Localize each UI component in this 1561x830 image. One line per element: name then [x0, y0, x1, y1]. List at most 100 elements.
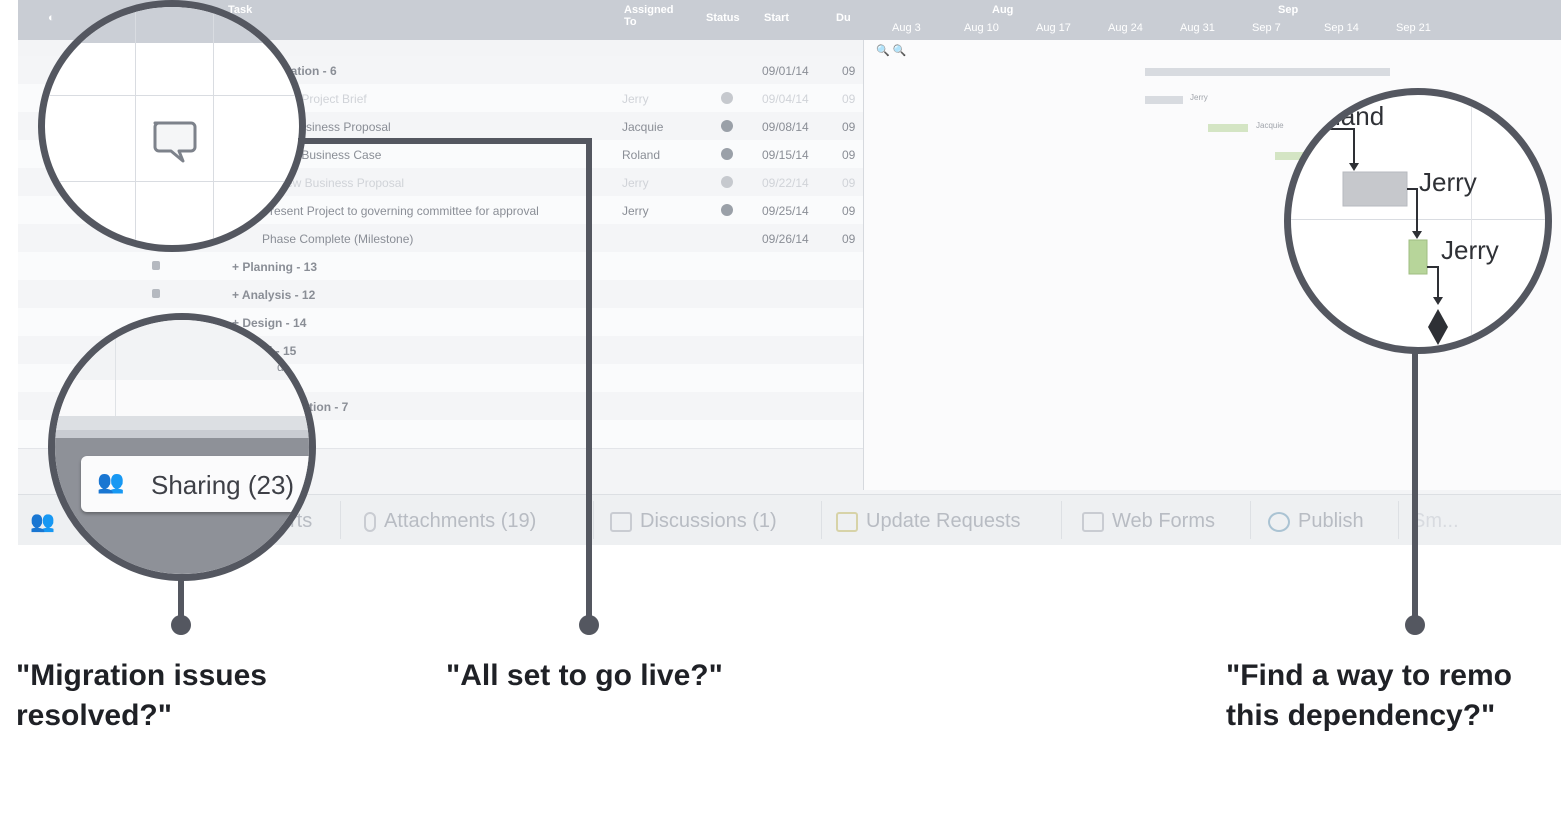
- week-label: Sep 21: [1396, 22, 1431, 34]
- gantt-summary-bar[interactable]: [1145, 68, 1390, 76]
- lens-row: [55, 380, 309, 416]
- gantt-bar-proposal[interactable]: [1208, 124, 1248, 132]
- week-label: Aug 31: [1180, 22, 1215, 34]
- tab-label: Discussions (1): [640, 510, 777, 532]
- assigned-to: Jerry: [622, 176, 649, 190]
- tab-divider: [1398, 501, 1399, 539]
- caption-migration: "Migration issues resolved?": [16, 656, 267, 736]
- lens-row-text: d - 15: [277, 360, 308, 374]
- tab-divider: [340, 501, 341, 539]
- update-request-icon: [836, 511, 858, 532]
- table-row[interactable]: + Analysis - 12: [18, 280, 863, 309]
- sharing-icon[interactable]: 👥: [30, 509, 55, 534]
- start-date: 09/01/14: [762, 64, 809, 78]
- magnifier-comment: [38, 0, 306, 252]
- duration: 09: [842, 148, 856, 162]
- week-label: Sep 14: [1324, 22, 1359, 34]
- tab-attachments[interactable]: Attachments (19): [364, 510, 536, 533]
- tab-discussions[interactable]: Discussions (1): [610, 510, 777, 533]
- table-row[interactable]: + Planning - 13: [18, 252, 863, 281]
- tab-label: Update Requests: [866, 510, 1021, 532]
- tab-web-forms[interactable]: Web Forms: [1082, 510, 1215, 533]
- sharing-icon: 👥: [97, 469, 125, 494]
- callout-line: [586, 138, 592, 624]
- zoom-icons[interactable]: 🔍 🔍: [876, 44, 906, 57]
- tab-divider: [593, 501, 594, 539]
- week-label: Aug 24: [1108, 22, 1143, 34]
- caption-go-live: "All set to go live?": [446, 656, 723, 696]
- duration: 09: [842, 120, 856, 134]
- week-label: Aug 10: [964, 22, 999, 34]
- gantt-bar-label: Jerry: [1190, 93, 1208, 102]
- dependency-arrows: [1317, 128, 1448, 345]
- start-date: 09/08/14: [762, 120, 809, 134]
- gantt-bar-brief[interactable]: [1145, 96, 1183, 104]
- tab-update-requests[interactable]: Update Requests: [836, 510, 1021, 533]
- task-name: + Planning - 13: [232, 260, 318, 274]
- status-icon[interactable]: [721, 176, 733, 188]
- caption-line: "Find a way to remo: [1226, 659, 1512, 692]
- column-header-duration[interactable]: Du: [836, 12, 851, 24]
- tab-label: Web Forms: [1112, 510, 1215, 532]
- lens-header: [45, 7, 299, 43]
- start-date: 09/04/14: [762, 92, 809, 106]
- caption-line: this dependency?": [1226, 699, 1496, 732]
- assigned-to: Jacquie: [622, 120, 664, 134]
- magnifier-sharing: d - 15 👥 Sharing (23): [48, 313, 316, 581]
- comment-icon[interactable]: [149, 117, 197, 165]
- month-sep: Sep: [1278, 4, 1299, 16]
- tab-sharing-active[interactable]: 👥 Sharing (23): [81, 456, 309, 512]
- magnifier-dependency: land Jerry Jerry: [1284, 88, 1552, 354]
- comment-icon: [610, 511, 632, 532]
- week-label: Aug 3: [892, 22, 921, 34]
- lens-gridline: [135, 7, 136, 245]
- tab-divider: [821, 501, 822, 539]
- form-icon: [1082, 511, 1104, 532]
- caption-line: "All set to go live?": [446, 659, 723, 692]
- tab-more[interactable]: Sm...: [1412, 510, 1459, 533]
- start-date: 09/15/14: [762, 148, 809, 162]
- column-header-status[interactable]: Status: [706, 12, 740, 24]
- status-icon[interactable]: [721, 120, 733, 132]
- tab-divider: [1061, 501, 1062, 539]
- week-label: Sep 7: [1252, 22, 1281, 34]
- start-date: 09/22/14: [762, 176, 809, 190]
- tab-label: Attachments (19): [384, 510, 537, 532]
- column-header-assigned[interactable]: Assigned To: [624, 4, 684, 28]
- callout-dot: [171, 615, 191, 635]
- tab-publish[interactable]: Publish: [1268, 510, 1364, 533]
- resource-label-jerry: Jerry: [1419, 167, 1477, 197]
- tab-sharing-label: Sharing (23): [151, 470, 295, 500]
- column-header-start[interactable]: Start: [764, 12, 789, 24]
- week-label: Aug 17: [1036, 22, 1071, 34]
- duration: 09: [842, 204, 856, 218]
- duration: 09: [842, 64, 856, 78]
- globe-icon: [1268, 511, 1290, 532]
- callout-dot: [1405, 615, 1425, 635]
- task-name: Phase Complete (Milestone): [262, 232, 414, 246]
- caption-line: "Migration issues: [16, 659, 267, 692]
- month-aug: Aug: [992, 4, 1014, 16]
- status-icon[interactable]: [721, 148, 733, 160]
- gantt-bar-label: Jacquie: [1256, 121, 1284, 130]
- lens-scrollbar[interactable]: [55, 416, 309, 430]
- start-date: 09/25/14: [762, 204, 809, 218]
- tab-divider: [1250, 501, 1251, 539]
- caption-dependency: "Find a way to remo this dependency?": [1226, 656, 1512, 736]
- status-icon[interactable]: [721, 204, 733, 216]
- task-name: Present Project to governing committee f…: [262, 204, 539, 218]
- assigned-to: Jerry: [622, 92, 649, 106]
- lens-divider: [55, 430, 309, 438]
- lens-gridline: [45, 95, 299, 96]
- paperclip-icon: [364, 511, 376, 532]
- task-name: + Analysis - 12: [232, 288, 316, 302]
- lens-gridline: [115, 320, 116, 430]
- duration: 09: [842, 176, 856, 190]
- lens-gridline: [45, 181, 299, 182]
- callout-dot: [579, 615, 599, 635]
- caption-line: resolved?": [16, 699, 172, 732]
- duration: 09: [842, 92, 856, 106]
- lens-gridline: [213, 7, 214, 245]
- tab-label: Publish: [1298, 510, 1364, 532]
- status-icon[interactable]: [721, 92, 733, 104]
